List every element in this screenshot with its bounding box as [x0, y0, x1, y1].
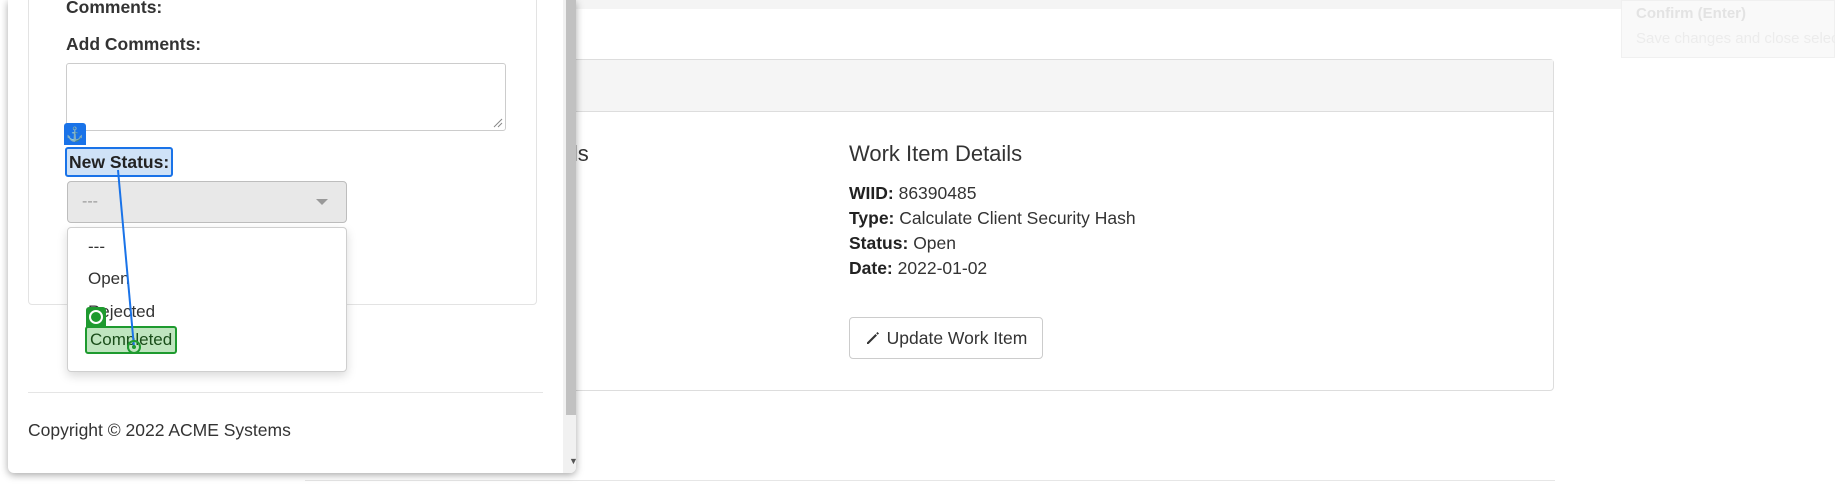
- confirm-tooltip: Confirm (Enter) Save changes and close s…: [1621, 0, 1835, 58]
- anchor-icon: ⚓: [64, 123, 86, 145]
- wiid-row: WIID: 86390485: [849, 183, 977, 203]
- option-open[interactable]: Open: [88, 269, 130, 289]
- new-status-label: New Status:: [65, 147, 174, 177]
- target-icon: [86, 307, 106, 327]
- resize-grip-icon[interactable]: [493, 118, 503, 128]
- date-value: 2022-01-02: [897, 258, 988, 278]
- tooltip-title: Confirm (Enter): [1636, 5, 1746, 22]
- wiid-value: 86390485: [898, 183, 977, 203]
- bottom-divider: [305, 480, 1555, 481]
- option-completed[interactable]: Completed: [85, 326, 178, 354]
- pencil-icon: [866, 332, 879, 344]
- work-item-fields: WIID: 86390485 Type: Calculate Client Se…: [849, 181, 1136, 281]
- top-strip: [560, 0, 1710, 9]
- status-value: Open: [913, 233, 956, 253]
- chevron-down-icon: [316, 199, 328, 205]
- select-value: ---: [82, 193, 98, 210]
- type-row: Type: Calculate Client Security Hash: [849, 208, 1136, 228]
- status-select[interactable]: ---: [67, 181, 347, 223]
- comments-label: Comments:: [66, 0, 163, 17]
- work-item-details-title: Work Item Details: [849, 141, 1023, 166]
- scrollbar-thumb[interactable]: [566, 0, 576, 415]
- status-dropdown: --- Open Rejected Completed: [67, 227, 347, 372]
- copyright-text: Copyright © 2022 ACME Systems: [28, 420, 291, 440]
- modal-scrollbar[interactable]: ▼: [563, 0, 576, 473]
- update-work-item-button[interactable]: Update Work Item: [849, 317, 1043, 359]
- tooltip-subtitle: Save changes and close select: [1636, 30, 1835, 47]
- type-value: Calculate Client Security Hash: [899, 208, 1136, 228]
- update-work-item-label: Update Work Item: [886, 327, 1028, 348]
- update-modal: Comments: Add Comments: ⚓ New Status: --…: [8, 0, 576, 473]
- footer-divider: [28, 392, 543, 393]
- date-row: Date: 2022-01-02: [849, 258, 988, 278]
- scroll-down-arrow-icon[interactable]: ▼: [566, 454, 576, 469]
- add-comments-textarea[interactable]: [66, 63, 506, 131]
- panel-heading: [558, 60, 1553, 112]
- status-row: Status: Open: [849, 233, 956, 253]
- option-blank[interactable]: ---: [88, 237, 105, 257]
- add-comments-label: Add Comments:: [66, 34, 202, 54]
